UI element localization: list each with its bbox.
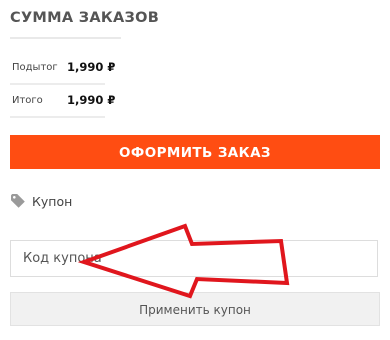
order-totals: Подытог 1,990 ₽ Итого 1,990 ₽: [10, 52, 115, 118]
arrow-left-icon: [77, 223, 290, 299]
subtotal-value: 1,990 ₽: [67, 60, 116, 74]
total-row: Итого 1,990 ₽: [10, 85, 115, 118]
tag-icon: [10, 193, 26, 209]
total-label: Итого: [12, 95, 43, 106]
apply-coupon-button[interactable]: Применить купон: [10, 292, 380, 326]
subtotal-label: Подытог: [12, 62, 58, 73]
coupon-heading-label: Купон: [32, 194, 73, 209]
checkout-button[interactable]: ОФОРМИТЬ ЗАКАЗ: [10, 135, 380, 169]
coupon-code-input[interactable]: [10, 240, 378, 277]
total-value: 1,990 ₽: [67, 93, 116, 107]
order-summary-title: СУММА ЗАКАЗОВ: [10, 10, 160, 26]
subtotal-row: Подытог 1,990 ₽: [10, 52, 115, 85]
title-divider: [10, 37, 121, 39]
